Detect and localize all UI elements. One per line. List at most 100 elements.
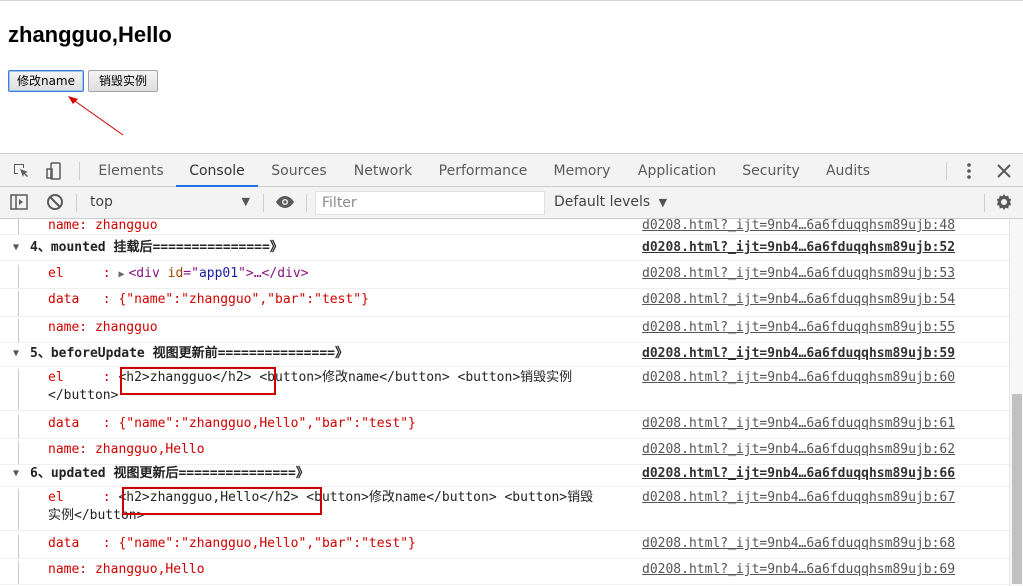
log-source-link[interactable]: d0208.html?_ijt=9nb4…6a6fduqqhsm89ujb:61 — [642, 415, 955, 433]
log-message: data : {"name":"zhangguo,Hello","bar":"t… — [48, 415, 416, 433]
context-value: top — [90, 194, 113, 210]
expand-triangle-icon[interactable]: ▼ — [13, 239, 19, 257]
toolbar-divider — [79, 162, 80, 180]
tab-audits[interactable]: Audits — [818, 154, 878, 187]
toolbar-divider — [946, 162, 947, 180]
log-row: name: zhangguo d0208.html?_ijt=9nb4…6a6f… — [0, 219, 1009, 235]
tab-console[interactable]: Console — [176, 154, 258, 187]
log-source-link[interactable]: d0208.html?_ijt=9nb4…6a6fduqqhsm89ujb:66 — [642, 465, 955, 483]
log-source-link[interactable]: d0208.html?_ijt=9nb4…6a6fduqqhsm89ujb:55 — [642, 319, 955, 337]
log-message: name: zhangguo — [48, 319, 158, 337]
toolbar-divider — [263, 194, 264, 212]
expand-triangle-icon[interactable]: ▶ — [118, 269, 124, 280]
log-message: name: zhangguo,Hello — [48, 561, 205, 579]
log-row: data : {"name":"zhangguo,Hello","bar":"t… — [0, 535, 1009, 559]
html-tag-open: <div — [128, 266, 168, 281]
clear-icon[interactable] — [44, 191, 66, 213]
log-value: zhangguo,Hello — [94, 562, 205, 577]
group-title: 5、beforeUpdate 视图更新前===============》 — [30, 346, 348, 361]
log-label: name: — [48, 562, 95, 577]
group-indent — [18, 219, 19, 234]
tab-elements[interactable]: Elements — [92, 154, 170, 187]
page-heading: zhangguo,Hello — [8, 22, 172, 47]
levels-dropdown[interactable]: Default levels ▼ — [554, 190, 667, 214]
tab-network[interactable]: Network — [346, 154, 420, 187]
group-title: 4、mounted 挂载后===============》 — [30, 240, 283, 255]
html-attr-value: app01 — [198, 266, 239, 281]
log-row: name: zhangguo d0208.html?_ijt=9nb4…6a6f… — [0, 319, 1009, 343]
log-group-header[interactable]: ▼ 4、mounted 挂载后===============》 d0208.ht… — [0, 239, 1009, 261]
log-value: {"name":"zhangguo,Hello","bar":"test"} — [118, 536, 416, 551]
log-message-continued: </button> — [48, 388, 119, 403]
toolbar-divider — [984, 194, 985, 212]
levels-label: Default levels — [554, 194, 651, 210]
log-value: {"name":"zhangguo,Hello","bar":"test"} — [118, 416, 416, 431]
log-source-link[interactable]: d0208.html?_ijt=9nb4…6a6fduqqhsm89ujb:67 — [642, 489, 955, 507]
log-source-link[interactable]: d0208.html?_ijt=9nb4…6a6fduqqhsm89ujb:54 — [642, 291, 955, 309]
log-row: data : {"name":"zhangguo","bar":"test"} … — [0, 291, 1009, 317]
rename-button[interactable]: 修改name — [8, 70, 84, 92]
log-label: el : — [48, 490, 119, 505]
context-select[interactable]: top ▼ — [84, 190, 258, 214]
log-label: data : — [48, 292, 119, 307]
highlight-box — [122, 487, 322, 515]
devtools-tabbar: Elements Console Sources Network Perform… — [0, 153, 1023, 187]
sidebar-icon[interactable] — [8, 191, 30, 213]
destroy-button[interactable]: 销毁实例 — [88, 70, 158, 92]
log-source-link[interactable]: d0208.html?_ijt=9nb4…6a6fduqqhsm89ujb:59 — [642, 345, 955, 363]
tab-performance[interactable]: Performance — [432, 154, 534, 187]
filter-input[interactable]: Filter — [315, 191, 545, 215]
console-toolbar: top ▼ Filter Default levels ▼ — [0, 187, 1023, 219]
log-source-link[interactable]: d0208.html?_ijt=9nb4…6a6fduqqhsm89ujb:69 — [642, 561, 955, 579]
log-source-link[interactable]: d0208.html?_ijt=9nb4…6a6fduqqhsm89ujb:62 — [642, 441, 955, 459]
group-indent — [18, 319, 19, 342]
html-tag-close: ">…</div> — [238, 266, 309, 281]
group-indent — [18, 441, 19, 464]
console-scrollbar[interactable] — [1009, 219, 1023, 586]
settings-icon[interactable] — [993, 191, 1015, 213]
log-row: name: zhangguo,Hello d0208.html?_ijt=9nb… — [0, 561, 1009, 585]
group-title: 6、updated 视图更新后===============》 — [30, 466, 309, 481]
devtools-panel: Elements Console Sources Network Perform… — [0, 153, 1023, 586]
toolbar-divider — [306, 194, 307, 212]
group-indent — [18, 561, 19, 584]
log-label: el : — [48, 266, 119, 281]
log-source-link[interactable]: d0208.html?_ijt=9nb4…6a6fduqqhsm89ujb:60 — [642, 369, 955, 387]
html-attr-name: id — [167, 266, 184, 281]
scrollbar-thumb[interactable] — [1012, 394, 1022, 584]
log-message: data : {"name":"zhangguo","bar":"test"} — [48, 291, 369, 309]
expand-triangle-icon[interactable]: ▼ — [13, 345, 19, 363]
caret-down-icon: ▼ — [241, 195, 250, 208]
log-source-link[interactable]: d0208.html?_ijt=9nb4…6a6fduqqhsm89ujb:68 — [642, 535, 955, 553]
log-value: zhangguo — [94, 219, 158, 233]
device-icon[interactable] — [43, 160, 65, 182]
kebab-icon[interactable] — [958, 160, 980, 182]
close-icon[interactable] — [993, 160, 1015, 182]
group-indent — [18, 291, 19, 316]
inspect-icon[interactable] — [10, 160, 32, 182]
log-message: name: zhangguo,Hello — [48, 441, 205, 459]
group-indent — [18, 489, 19, 530]
log-label: name: — [48, 219, 95, 233]
log-group-header[interactable]: ▼ 6、updated 视图更新后===============》 d0208.… — [0, 465, 1009, 487]
tab-memory[interactable]: Memory — [546, 154, 618, 187]
html-attr-eq: =" — [183, 266, 199, 281]
eye-icon[interactable] — [274, 191, 296, 213]
log-source-link[interactable]: d0208.html?_ijt=9nb4…6a6fduqqhsm89ujb:52 — [642, 239, 955, 257]
expand-triangle-icon[interactable]: ▼ — [13, 465, 19, 483]
caret-down-icon: ▼ — [658, 196, 668, 209]
group-indent — [18, 265, 19, 288]
log-row: name: zhangguo,Hello d0208.html?_ijt=9nb… — [0, 441, 1009, 465]
log-label: data : — [48, 536, 119, 551]
tab-application[interactable]: Application — [630, 154, 724, 187]
tab-sources[interactable]: Sources — [264, 154, 334, 187]
log-group-header[interactable]: ▼ 5、beforeUpdate 视图更新前===============》 d… — [0, 345, 1009, 367]
html-rest: <button>修改name</button> <button>销毁 — [298, 490, 594, 505]
log-row: el : ▶ <div id="app01">…</div> d0208.html… — [0, 265, 1009, 289]
tab-security[interactable]: Security — [736, 154, 806, 187]
group-indent — [18, 415, 19, 438]
log-source-link[interactable]: d0208.html?_ijt=9nb4…6a6fduqqhsm89ujb:53 — [642, 265, 955, 283]
html-rest: <button>修改name</button> <button>销毁实例 — [251, 370, 573, 385]
console-log: name: zhangguo d0208.html?_ijt=9nb4…6a6f… — [0, 219, 1009, 586]
log-source-link[interactable]: d0208.html?_ijt=9nb4…6a6fduqqhsm89ujb:48 — [642, 219, 955, 235]
